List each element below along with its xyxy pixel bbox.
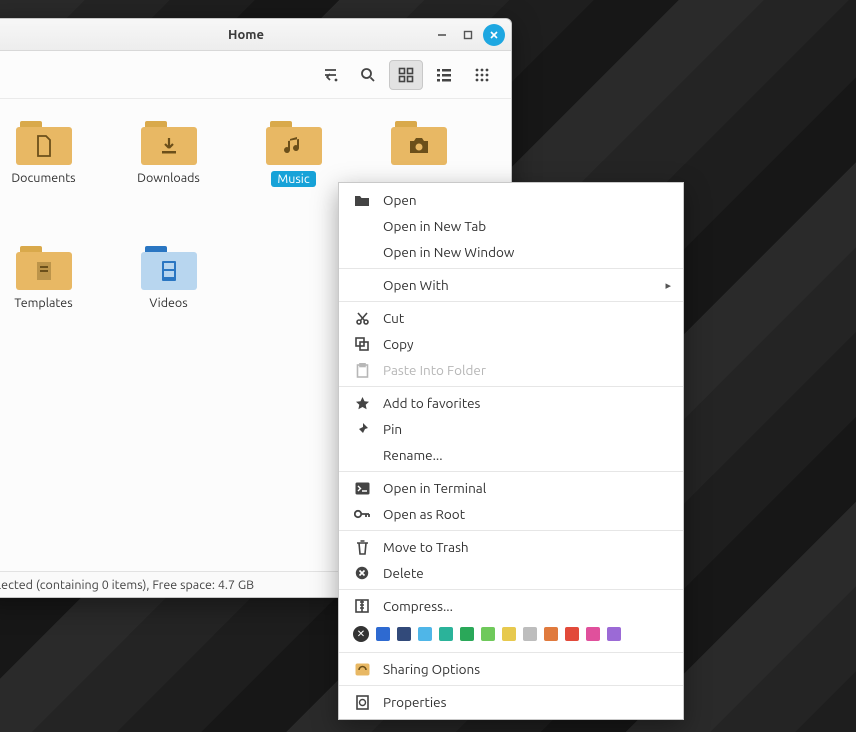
color-swatch[interactable] [460,627,474,641]
folder-item[interactable]: Documents [0,121,106,236]
color-swatch[interactable] [502,627,516,641]
ctx-open-window-label: Open in New Window [383,244,514,260]
toggle-location-button[interactable] [313,60,347,90]
ctx-open-tab-label: Open in New Tab [383,218,486,234]
folder-icon [16,246,72,290]
ctx-rename-label: Rename... [383,447,443,463]
folder-item[interactable]: Videos [106,246,231,361]
ctx-open-label: Open [383,192,417,208]
scissors-icon [353,311,371,326]
list-view-button[interactable] [427,60,461,90]
ctx-open-tab[interactable]: Open in New Tab [339,213,683,239]
ctx-copy[interactable]: Copy [339,331,683,357]
color-swatch[interactable] [544,627,558,641]
trash-icon [353,540,371,555]
ctx-add-favorites[interactable]: Add to favorites [339,390,683,416]
status-text: elected (containing 0 items), Free space… [0,578,254,592]
ctx-sharing[interactable]: Sharing Options [339,656,683,682]
terminal-icon [353,482,371,495]
ctx-properties[interactable]: Properties [339,689,683,715]
folder-label: Music [271,171,315,187]
color-swatch[interactable] [607,627,621,641]
ctx-paste-into: Paste Into Folder [339,357,683,383]
compact-view-button[interactable] [465,60,499,90]
ctx-delete[interactable]: Delete [339,560,683,586]
ctx-open-window[interactable]: Open in New Window [339,239,683,265]
ctx-open-with-label: Open With [383,277,449,293]
ctx-trash[interactable]: Move to Trash [339,534,683,560]
window-title: Home [0,28,511,42]
share-icon [353,663,371,676]
color-swatch[interactable] [523,627,537,641]
color-reset-button[interactable]: ✕ [353,626,369,642]
ctx-pin[interactable]: Pin [339,416,683,442]
folder-label: Templates [14,296,72,310]
ctx-open-terminal[interactable]: Open in Terminal [339,475,683,501]
ctx-cut-label: Cut [383,310,404,326]
ctx-rename[interactable]: Rename... [339,442,683,468]
ctx-paste-label: Paste Into Folder [383,362,486,378]
ctx-pin-label: Pin [383,421,402,437]
ctx-properties-label: Properties [383,694,446,710]
folder-label: Documents [11,171,75,185]
color-swatch[interactable] [376,627,390,641]
folder-label: Videos [149,296,187,310]
ctx-delete-label: Delete [383,565,424,581]
search-button[interactable] [351,60,385,90]
color-swatch[interactable] [565,627,579,641]
color-swatch[interactable] [439,627,453,641]
color-swatches-row: ✕ [339,619,683,649]
folder-item[interactable]: Downloads [106,121,231,236]
ctx-compress[interactable]: Compress... [339,593,683,619]
ctx-fav-label: Add to favorites [383,395,480,411]
ctx-copy-label: Copy [383,336,414,352]
ctx-root-label: Open as Root [383,506,465,522]
context-menu: Open Open in New Tab Open in New Window … [338,182,684,720]
color-swatch[interactable] [481,627,495,641]
clipboard-icon [353,363,371,378]
ctx-terminal-label: Open in Terminal [383,480,486,496]
folder-icon [266,121,322,165]
delete-icon [353,566,371,580]
folder-icon [391,121,447,165]
folder-item[interactable]: Templates [0,246,106,361]
ctx-cut[interactable]: Cut [339,305,683,331]
star-icon [353,396,371,411]
titlebar[interactable]: Home [0,19,511,51]
ctx-compress-label: Compress... [383,598,453,614]
folder-open-icon [353,193,371,207]
copy-icon [353,337,371,351]
folder-label: Downloads [137,171,200,185]
icon-view-button[interactable] [389,60,423,90]
compress-icon [353,599,371,613]
properties-icon [353,695,371,710]
pin-icon [353,422,371,436]
color-swatch[interactable] [586,627,600,641]
key-icon [353,509,371,519]
ctx-open-root[interactable]: Open as Root [339,501,683,527]
folder-icon [141,246,197,290]
folder-icon [141,121,197,165]
ctx-open[interactable]: Open [339,187,683,213]
color-swatch[interactable] [397,627,411,641]
ctx-sharing-label: Sharing Options [383,661,480,677]
color-swatch[interactable] [418,627,432,641]
folder-icon [16,121,72,165]
ctx-trash-label: Move to Trash [383,539,469,555]
ctx-open-with[interactable]: Open With [339,272,683,298]
toolbar [0,51,511,99]
